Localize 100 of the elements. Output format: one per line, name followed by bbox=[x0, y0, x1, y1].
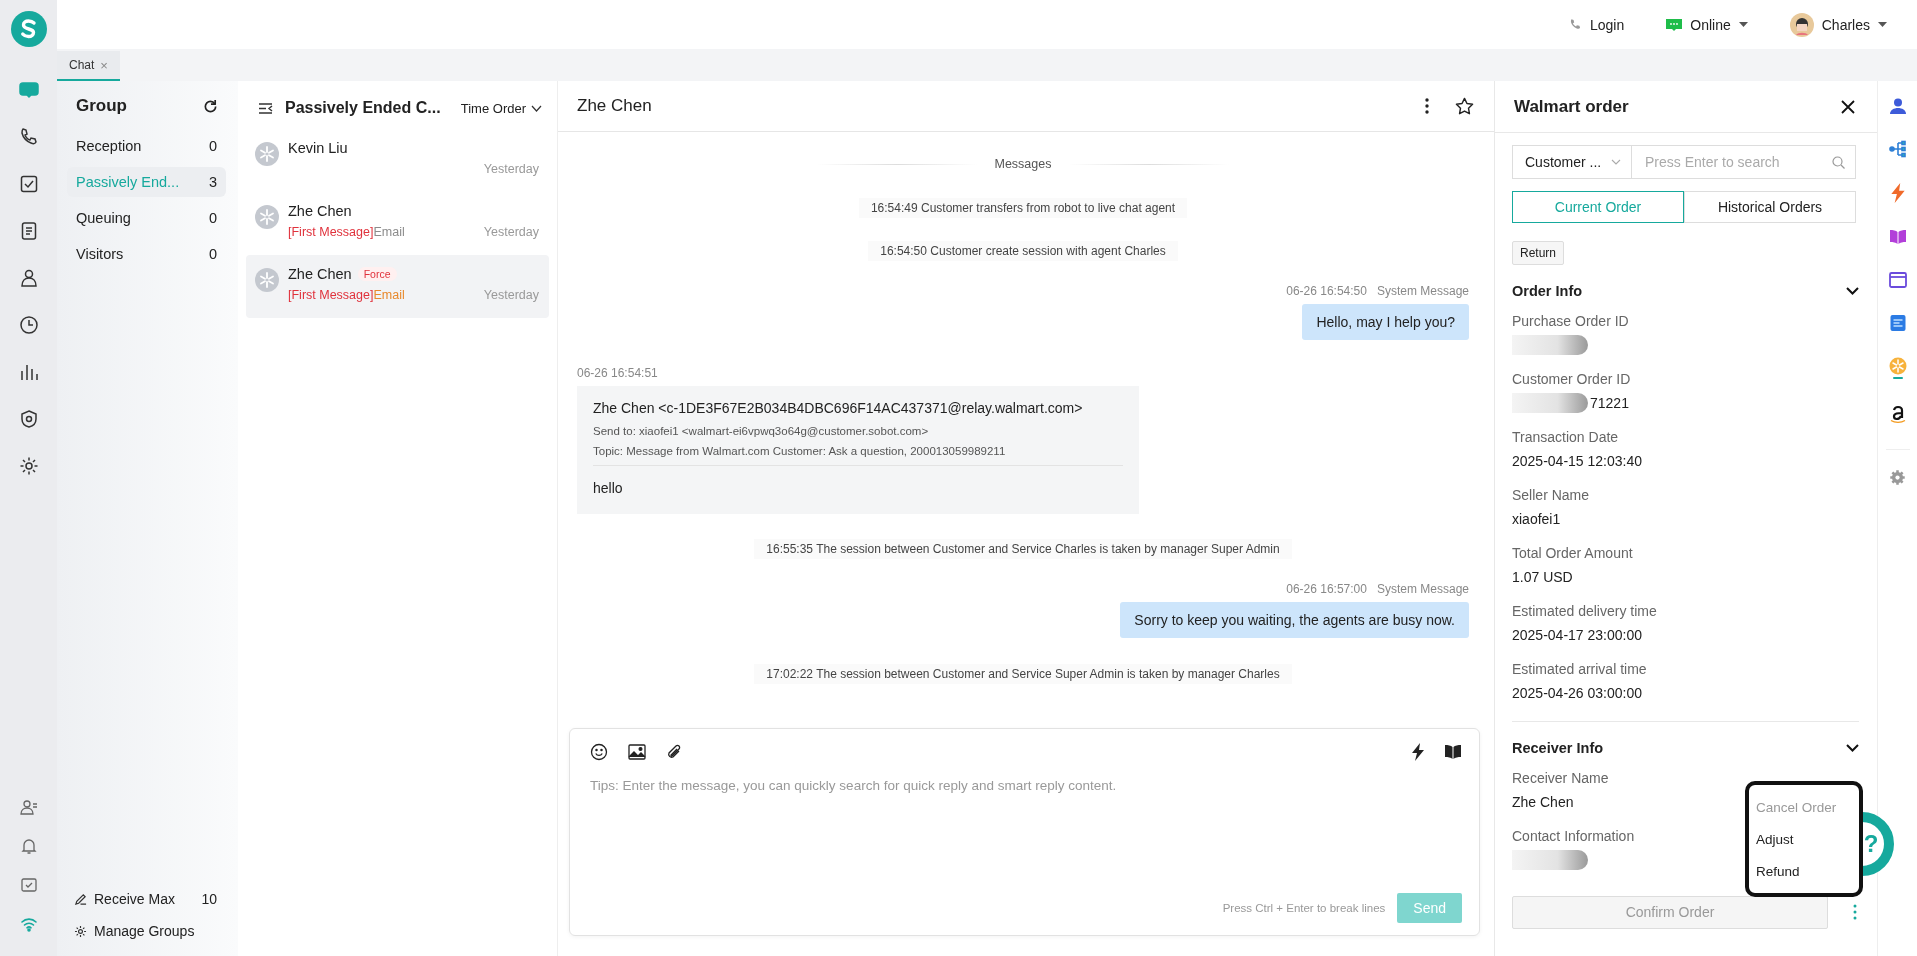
message-preview: [First Message]Email bbox=[288, 288, 405, 302]
group-item[interactable]: Visitors 0 bbox=[67, 239, 226, 269]
email-topic: Topic: Message from Walmart.com Customer: Ask a question, 200013059989211 bbox=[593, 445, 1007, 457]
inbox-icon[interactable] bbox=[19, 876, 38, 894]
panel-title: Walmart order bbox=[1514, 96, 1629, 117]
field-label: Seller Name bbox=[1512, 487, 1590, 503]
user-menu[interactable]: Charles bbox=[1789, 12, 1887, 37]
contact-name: Zhe Chen bbox=[288, 266, 352, 282]
chat-tab[interactable]: Chat × bbox=[57, 51, 120, 81]
login-button[interactable]: Login bbox=[1569, 16, 1625, 33]
edit-icon bbox=[74, 892, 87, 906]
field-label: Receiver Name bbox=[1512, 770, 1609, 786]
book-icon[interactable] bbox=[1444, 744, 1462, 760]
attachment-icon[interactable] bbox=[666, 743, 682, 761]
chat-bubble-icon bbox=[1666, 17, 1683, 32]
system-notice: 16:54:50 Customer create session with agent Charles bbox=[868, 241, 1178, 261]
person-icon[interactable] bbox=[1888, 97, 1907, 115]
timestamp: Yesterday bbox=[483, 162, 539, 176]
conversation-item[interactable]: Kevin Liu Yesterday bbox=[246, 129, 549, 192]
chevron-down-icon bbox=[531, 104, 542, 112]
message-preview: [First Message]Email bbox=[288, 225, 405, 239]
group-item[interactable]: Queuing 0 bbox=[67, 203, 226, 233]
return-button[interactable]: Return bbox=[1512, 241, 1565, 265]
contact-name: Kevin Liu bbox=[288, 140, 348, 156]
field-value: 2025-04-26 03:00:00 bbox=[1512, 685, 1642, 701]
shield-icon[interactable] bbox=[18, 409, 39, 429]
user-list-icon[interactable] bbox=[19, 798, 38, 816]
close-icon[interactable] bbox=[1841, 99, 1855, 114]
panel-title: Group bbox=[76, 96, 127, 116]
image-icon[interactable] bbox=[628, 744, 646, 760]
lightning-icon[interactable] bbox=[1412, 743, 1424, 761]
system-notice: 16:55:35 The session between Customer and Service Charles is taken by manager Super Admin bbox=[754, 539, 1292, 559]
email-recipient: Send to: xiaofei1 <walmart-ei6vpwq3o64g@customer.sobot.com> bbox=[593, 425, 930, 437]
search-icon bbox=[1832, 155, 1845, 169]
keyboard-hint: Press Ctrl + Enter to break lines bbox=[1222, 902, 1386, 914]
search-field[interactable]: Press Enter to search bbox=[1631, 145, 1856, 179]
more-icon[interactable] bbox=[1425, 98, 1429, 114]
field-label: Estimated delivery time bbox=[1512, 603, 1657, 619]
field-label: Estimated arrival time bbox=[1512, 661, 1647, 677]
group-item[interactable]: Reception 0 bbox=[67, 131, 226, 161]
contact-icon[interactable] bbox=[18, 268, 39, 288]
section-title: Receiver Info bbox=[1512, 740, 1604, 756]
timestamp: Yesterday bbox=[483, 288, 539, 302]
system-notice: 17:02:22 The session between Customer and Service Super Admin is taken by manager Charles bbox=[754, 664, 1292, 684]
collapse-list-icon[interactable] bbox=[258, 101, 273, 115]
force-tag: Force bbox=[357, 267, 397, 281]
sender-label: System Message bbox=[1376, 582, 1469, 596]
phone-icon bbox=[1569, 18, 1582, 31]
avatar-icon bbox=[255, 268, 279, 292]
field-value: 2025-04-17 23:00:00 bbox=[1512, 627, 1642, 643]
message-bubble: Hello, may I help you? bbox=[1302, 304, 1469, 340]
field-label: Purchase Order ID bbox=[1512, 313, 1629, 329]
contact-name: Zhe Chen bbox=[288, 203, 352, 219]
chevron-down-icon bbox=[1611, 159, 1621, 165]
field-label: Transaction Date bbox=[1512, 429, 1619, 445]
email-sender: Zhe Chen <c-1DE3F67E2B034B4DBC696F14AC437371@relay.walmart.com> bbox=[593, 400, 1084, 416]
chevron-down-icon[interactable] bbox=[1846, 287, 1859, 295]
field-value: 2025-04-15 12:03:40 bbox=[1512, 453, 1642, 469]
search-type-dropdown[interactable]: Customer ... bbox=[1512, 145, 1631, 179]
email-body: hello bbox=[593, 480, 624, 496]
receive-max-setting[interactable]: Receive Max 10 bbox=[67, 888, 226, 910]
caret-icon bbox=[1878, 22, 1887, 27]
phone-icon[interactable] bbox=[18, 127, 39, 147]
conversation-item[interactable]: Zhe Chen [First Message]Email Yesterday bbox=[246, 192, 549, 255]
section-divider-label: Messages bbox=[994, 157, 1052, 171]
field-value: xiaofei1 bbox=[1512, 511, 1561, 527]
field-value: Zhe Chen bbox=[1512, 794, 1574, 810]
field-value: 1.07 USD bbox=[1512, 569, 1573, 585]
task-icon[interactable] bbox=[18, 174, 39, 194]
status-dropdown[interactable]: Online bbox=[1666, 16, 1748, 33]
spark-logo-icon[interactable] bbox=[1888, 357, 1907, 379]
bell-icon[interactable] bbox=[19, 837, 38, 855]
timestamp: Yesterday bbox=[483, 225, 539, 239]
browser-window-icon[interactable] bbox=[1888, 271, 1907, 289]
flow-icon[interactable] bbox=[1888, 140, 1907, 158]
emoji-icon[interactable] bbox=[590, 743, 608, 761]
menu-item[interactable]: Adjust bbox=[1749, 823, 1859, 855]
message-time: 06-26 16:54:51 bbox=[577, 366, 658, 380]
menu-item[interactable]: Refund bbox=[1749, 855, 1859, 887]
field-label: Contact Information bbox=[1512, 828, 1635, 844]
avatar-icon bbox=[255, 205, 279, 229]
system-notice: 16:54:49 Customer transfers from robot to live chat agent bbox=[858, 198, 1188, 218]
field-label: Total Order Amount bbox=[1512, 545, 1633, 561]
sender-label: System Message bbox=[1376, 284, 1469, 298]
chevron-down-icon[interactable] bbox=[1846, 744, 1859, 752]
avatar-icon bbox=[1789, 12, 1814, 37]
manage-groups-button[interactable]: Manage Groups bbox=[67, 920, 226, 942]
chart-icon[interactable] bbox=[18, 362, 39, 382]
order-tab[interactable]: Historical Orders bbox=[1684, 191, 1856, 223]
amazon-logo-icon[interactable] bbox=[1888, 404, 1907, 424]
field-value: 71221 bbox=[1590, 395, 1629, 411]
conversation-item[interactable]: Zhe Chen Force [First Message]Email Yesterday bbox=[246, 255, 549, 318]
field-label: Customer Order ID bbox=[1512, 371, 1631, 387]
section-title: Order Info bbox=[1512, 283, 1583, 299]
sort-dropdown[interactable]: Time Order bbox=[460, 100, 542, 116]
star-icon[interactable] bbox=[1455, 96, 1474, 116]
refresh-icon[interactable] bbox=[203, 98, 218, 114]
clock-icon[interactable] bbox=[18, 315, 39, 335]
list-title: Passively Ended C... bbox=[285, 99, 442, 117]
message-time: 06-26 16:54:50 bbox=[1286, 284, 1367, 298]
